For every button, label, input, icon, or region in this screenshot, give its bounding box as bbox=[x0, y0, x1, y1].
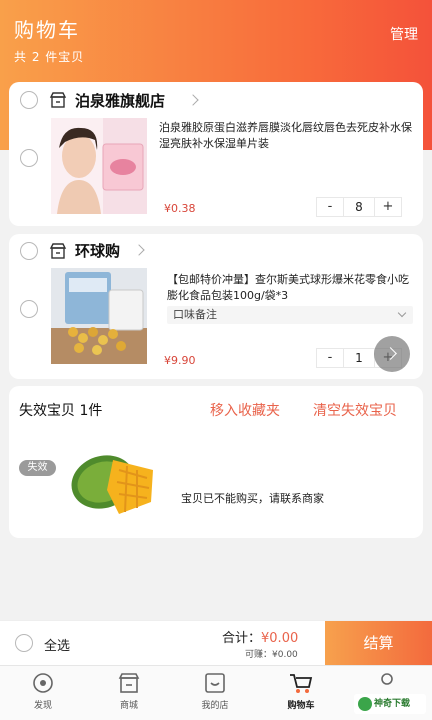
chevron-right-icon[interactable] bbox=[187, 94, 199, 106]
floating-arrow-button[interactable] bbox=[374, 336, 410, 372]
settle-button[interactable]: 结算 bbox=[325, 621, 432, 666]
tab-my-shop[interactable]: 我的店 bbox=[172, 666, 258, 720]
product-title[interactable]: 【包邮特价冲量】查尔斯美式球形爆米花零食小吃 膨化食品包装100g/袋*3 bbox=[167, 272, 417, 304]
shop-select-checkbox[interactable] bbox=[20, 242, 38, 260]
tab-store[interactable]: 商城 bbox=[86, 666, 172, 720]
select-all-checkbox[interactable] bbox=[15, 634, 33, 652]
watermark-logo-icon bbox=[358, 697, 372, 711]
manage-button[interactable]: 管理 bbox=[390, 24, 418, 44]
earn-amount: 可赚：¥0.00 bbox=[245, 650, 298, 660]
product-title[interactable]: 泊泉雅胶原蛋白滋养唇膜淡化唇纹唇色去死皮补水保湿亮肤补水保湿单片装 bbox=[159, 120, 415, 152]
tab-discover[interactable]: 发现 bbox=[0, 666, 86, 720]
tab-label: 发现 bbox=[33, 701, 52, 711]
decrease-button[interactable]: - bbox=[317, 349, 343, 367]
shop-icon bbox=[49, 92, 67, 108]
tab-label: 我的店 bbox=[201, 701, 229, 711]
cart-icon bbox=[290, 674, 313, 693]
total-value: ¥0.00 bbox=[261, 631, 299, 646]
tab-label: 商城 bbox=[119, 701, 138, 711]
watermark-text: 神奇下载 bbox=[374, 699, 411, 709]
my-shop-icon bbox=[205, 673, 225, 693]
decrease-button[interactable]: - bbox=[317, 198, 343, 216]
quantity-value[interactable]: 1 bbox=[343, 349, 375, 367]
watermark: 神奇下载 bbox=[354, 694, 426, 714]
item-select-checkbox[interactable] bbox=[20, 149, 38, 167]
shop-select-checkbox[interactable] bbox=[20, 91, 38, 109]
invalid-items-title: 失效宝贝 1件 bbox=[19, 403, 103, 419]
increase-button[interactable]: + bbox=[375, 198, 401, 216]
tab-label: 购物车 bbox=[287, 701, 315, 711]
invalid-items-card: 失效宝贝 1件 移入收藏夹 清空失效宝贝 失效 宝贝已不能购买，请联系商家 bbox=[9, 386, 423, 538]
store-icon bbox=[118, 673, 140, 693]
checkout-bar: 全选 合计：¥0.00 可赚：¥0.00 结算 bbox=[0, 620, 432, 666]
chevron-right-icon[interactable] bbox=[133, 244, 145, 256]
product-image[interactable] bbox=[51, 118, 147, 214]
move-to-favorites-button[interactable]: 移入收藏夹 bbox=[210, 400, 280, 420]
tab-cart[interactable]: 购物车 bbox=[258, 666, 344, 720]
spec-selector[interactable]: 口味备注 bbox=[167, 306, 413, 324]
clear-invalid-button[interactable]: 清空失效宝贝 bbox=[313, 400, 397, 420]
item-select-checkbox[interactable] bbox=[20, 300, 38, 318]
shop-card: 环球购 【包邮特价冲量】查尔斯美式球形爆米花零食小吃 膨化食品包装100g/袋*… bbox=[9, 234, 423, 379]
total-label: 合计： bbox=[222, 631, 262, 646]
product-image[interactable] bbox=[67, 430, 163, 526]
page-title: 购物车 bbox=[14, 18, 80, 42]
item-count: 共 2 件宝贝 bbox=[14, 50, 85, 64]
product-price: ¥0.38 bbox=[164, 202, 196, 215]
invalid-badge: 失效 bbox=[19, 460, 56, 476]
spec-label: 口味备注 bbox=[173, 308, 217, 321]
chevron-down-icon bbox=[397, 308, 407, 318]
quantity-value[interactable]: 8 bbox=[343, 198, 375, 216]
total-amount: 合计：¥0.00 bbox=[222, 627, 298, 646]
shop-card: 泊泉雅旗舰店 泊泉雅胶原蛋白滋养唇膜淡化唇纹唇色去死皮补水保湿亮肤补水保湿单片装… bbox=[9, 82, 423, 226]
shop-name[interactable]: 泊泉雅旗舰店 bbox=[75, 90, 165, 111]
shop-icon bbox=[49, 243, 67, 259]
select-all-label[interactable]: 全选 bbox=[44, 635, 70, 654]
product-image[interactable] bbox=[51, 268, 147, 364]
profile-icon bbox=[381, 673, 393, 685]
shop-name[interactable]: 环球购 bbox=[75, 240, 120, 261]
product-price: ¥9.90 bbox=[164, 354, 196, 367]
invalid-message: 宝贝已不能购买，请联系商家 bbox=[181, 492, 324, 505]
discover-icon bbox=[33, 673, 53, 693]
quantity-stepper: - 8 + bbox=[316, 197, 402, 217]
